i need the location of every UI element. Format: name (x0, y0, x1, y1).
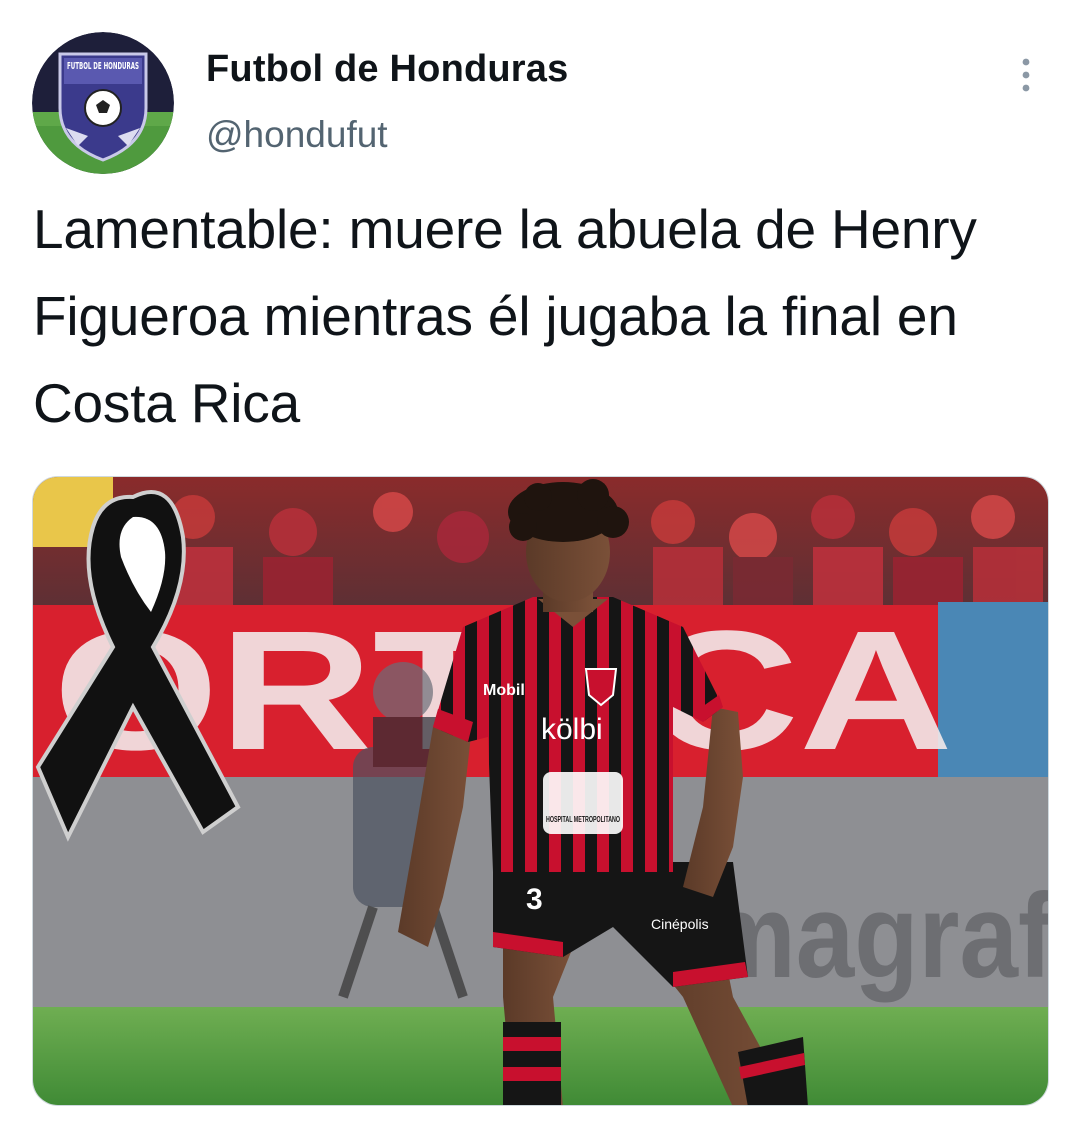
shorts-sponsor: Cinépolis (651, 916, 709, 932)
tweet-text: Lamentable: muere la abuela de Henry Fig… (33, 198, 977, 434)
author-name[interactable]: Futbol de Honduras (206, 48, 568, 91)
lower-sponsor: HOSPITAL METROPOLITANO (546, 815, 620, 824)
more-options-button[interactable] (1004, 50, 1048, 100)
avatar-badge-text: FUTBOL DE HONDURAS (67, 61, 139, 72)
sleeve-sponsor: Mobil (483, 682, 525, 699)
author-avatar[interactable]: FUTBOL DE HONDURAS (32, 32, 174, 174)
chest-sponsor: kölbi (541, 713, 603, 746)
tweet-card: FUTBOL DE HONDURAS Futbol de Honduras @h… (0, 0, 1075, 1137)
author-handle[interactable]: @hondufut (206, 114, 388, 156)
tweet-media-image[interactable]: ORTSCA Imagraf (32, 476, 1049, 1106)
shorts-number: 3 (526, 883, 543, 916)
more-vertical-icon (1022, 58, 1030, 92)
